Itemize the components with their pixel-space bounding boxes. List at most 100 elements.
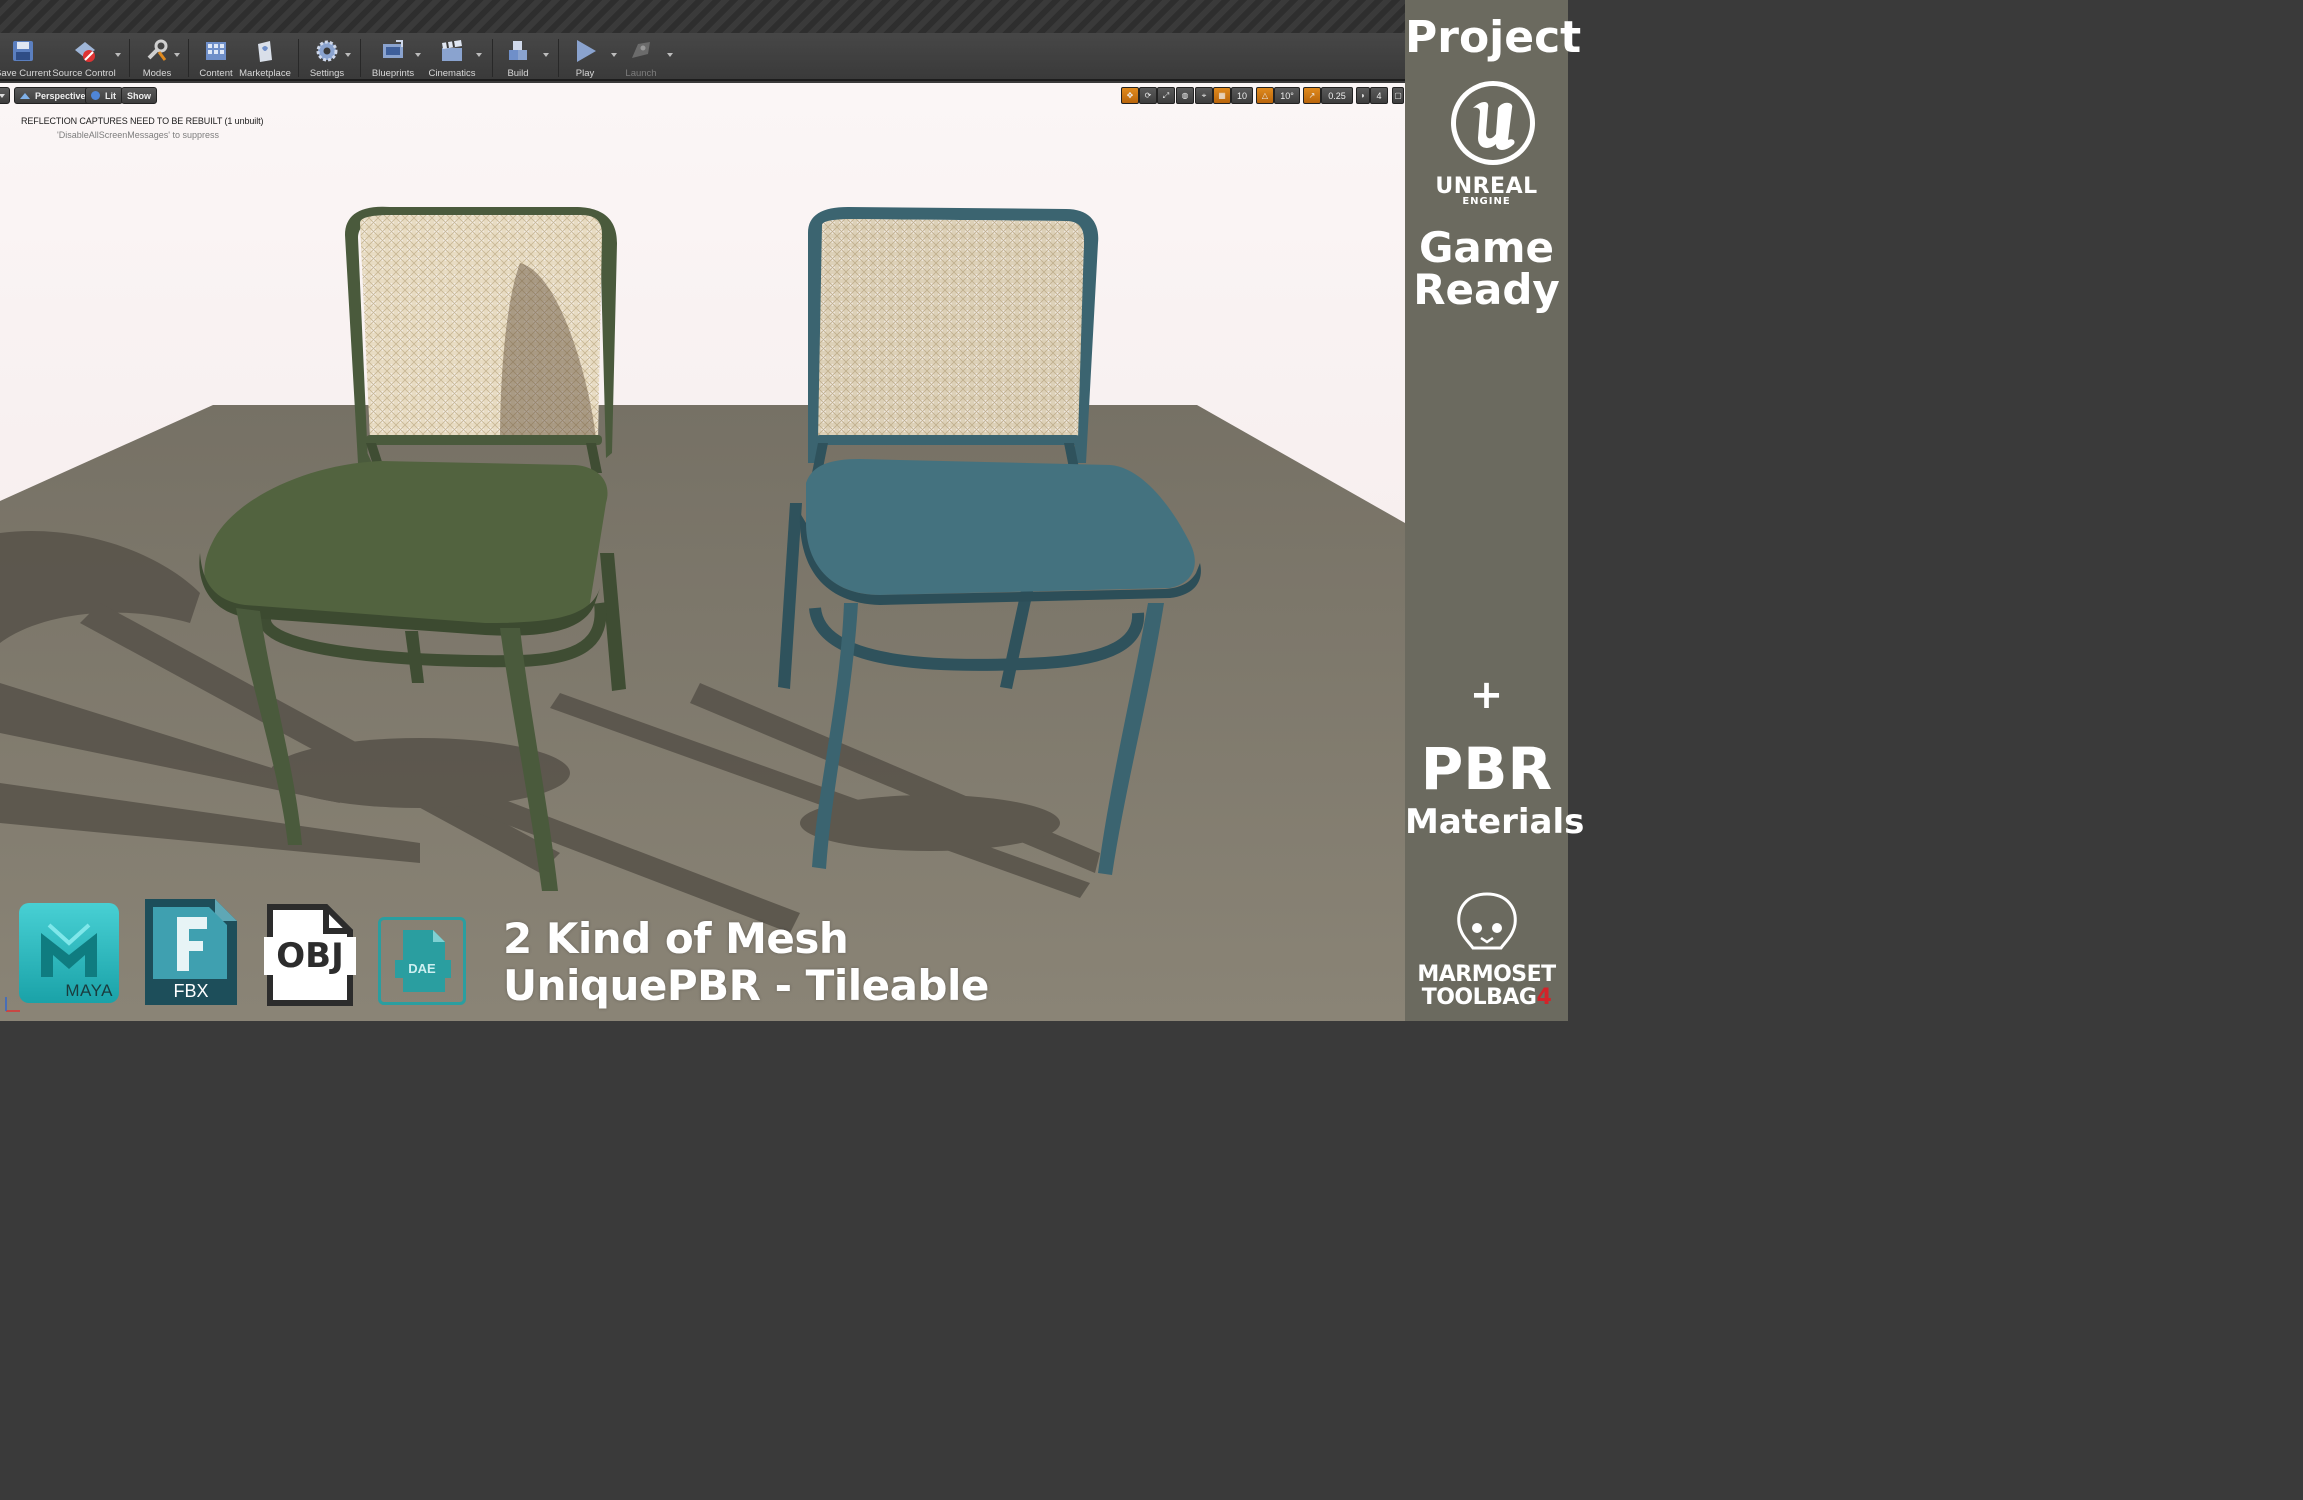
surface-snap-icon[interactable]: ⌖	[1195, 87, 1213, 104]
rotation-snap-value[interactable]: 10°	[1274, 87, 1300, 104]
build-blocks-icon	[505, 38, 531, 64]
promo-ready-text: Ready	[1413, 265, 1560, 314]
unreal-engine-logo-icon	[1451, 81, 1535, 165]
toolbar-separator	[188, 39, 189, 77]
level-editor-toolbar: Save Current Source Control Modes Conten…	[0, 33, 1405, 81]
lighting-mode-lit-button[interactable]: Lit	[85, 87, 123, 104]
save-current-label: Save Current	[0, 68, 51, 79]
cinematics-button[interactable]: Cinematics	[427, 35, 477, 79]
play-icon	[572, 38, 598, 64]
grid-snap-value[interactable]: 10	[1231, 87, 1253, 104]
toolbar-separator	[492, 39, 493, 77]
modes-label: Modes	[142, 68, 172, 79]
promo-panel: Project UNREAL ENGINE Game Ready + PBR M…	[1405, 0, 1585, 1021]
modes-dropdown-icon[interactable]	[174, 53, 180, 57]
cinematics-label: Cinematics	[428, 68, 476, 79]
perspective-camera-icon	[20, 92, 30, 99]
dae-label: DAE	[408, 961, 436, 976]
view-mode-label: Perspective	[35, 90, 86, 101]
toolbar-separator	[558, 39, 559, 77]
cinematics-dropdown-icon[interactable]	[476, 53, 482, 57]
content-browser-icon	[203, 38, 229, 64]
launch-label: Launch	[625, 68, 657, 79]
rotation-snap-icon[interactable]: △	[1256, 87, 1274, 104]
toolbar-separator	[360, 39, 361, 77]
caption-line-2: UniquePBR - Tileable	[503, 961, 989, 1010]
settings-label: Settings	[309, 68, 345, 79]
build-dropdown-icon[interactable]	[543, 53, 549, 57]
gear-icon	[314, 38, 340, 64]
toolbar-separator	[298, 39, 299, 77]
promo-pbr-text: PBR	[1420, 735, 1553, 803]
launch-icon	[628, 38, 654, 64]
content-button[interactable]: Content	[196, 35, 236, 79]
dae-format-icon: DAE	[378, 917, 466, 1005]
lighting-mode-label: Lit	[105, 90, 116, 101]
mesh-caption: 2 Kind of Mesh UniquePBR - Tileable	[503, 915, 989, 1009]
camera-speed-icon[interactable]: ◗	[1356, 87, 1370, 104]
scale-snap-value[interactable]: 0.25	[1321, 87, 1353, 104]
toolbag-wordmark: TOOLBAG4	[1405, 985, 1568, 1010]
promo-game-text: Game	[1418, 223, 1555, 272]
world-space-icon[interactable]: ◍	[1176, 87, 1194, 104]
build-label: Build	[507, 68, 529, 79]
play-button[interactable]: Play	[567, 35, 603, 79]
source-control-label: Source Control	[52, 68, 116, 79]
maya-format-icon: MAYA	[19, 903, 119, 1003]
modes-tools-icon	[144, 38, 170, 64]
obj-label: OBJ	[276, 936, 344, 976]
play-dropdown-icon[interactable]	[611, 53, 617, 57]
editor-tab-strip	[0, 0, 1405, 33]
chevron-down-icon	[0, 93, 5, 98]
view-mode-perspective-button[interactable]: Perspective	[14, 87, 93, 104]
viewport-options-dropdown[interactable]	[0, 87, 10, 104]
level-viewport[interactable]: Perspective Lit Show ✥ ⟳ ⤢ ◍ ⌖ ▦ 10 △ 10…	[0, 83, 1405, 1021]
marketplace-icon	[252, 38, 278, 64]
translate-tool-icon[interactable]: ✥	[1121, 87, 1139, 104]
save-current-button[interactable]: Save Current	[0, 35, 51, 79]
caption-line-1: 2 Kind of Mesh	[503, 914, 849, 963]
grid-snap-icon[interactable]: ▦	[1213, 87, 1231, 104]
play-label: Play	[575, 68, 595, 79]
launch-button[interactable]: Launch	[622, 35, 660, 79]
settings-button[interactable]: Settings	[306, 35, 348, 79]
content-label: Content	[199, 68, 233, 79]
source-control-button[interactable]: Source Control	[52, 35, 116, 79]
blueprints-dropdown-icon[interactable]	[415, 53, 421, 57]
toolbag-version: 4	[1536, 985, 1552, 1010]
modes-button[interactable]: Modes	[139, 35, 175, 79]
lit-sphere-icon	[91, 91, 100, 100]
scale-snap-icon[interactable]: ↗	[1303, 87, 1321, 104]
promo-project-text: Project	[1405, 12, 1582, 63]
toolbar-separator	[129, 39, 130, 77]
marmoset-wordmark: MARMOSET	[1417, 962, 1556, 987]
launch-dropdown-icon[interactable]	[667, 53, 673, 57]
maximize-viewport-icon[interactable]: ▢	[1392, 87, 1404, 104]
blueprints-label: Blueprints	[371, 68, 415, 79]
scale-tool-icon[interactable]: ⤢	[1157, 87, 1175, 104]
scene-render	[0, 206, 1405, 1021]
reflection-capture-warning: REFLECTION CAPTURES NEED TO BE REBUILT (…	[21, 116, 264, 126]
source-control-dropdown-icon[interactable]	[115, 53, 121, 57]
maya-label: MAYA	[65, 981, 113, 1000]
clapperboard-icon	[439, 38, 465, 64]
build-button[interactable]: Build	[500, 35, 536, 79]
show-label: Show	[127, 90, 151, 101]
promo-plus-text: +	[1469, 672, 1504, 718]
camera-speed-value[interactable]: 4	[1370, 87, 1388, 104]
settings-dropdown-icon[interactable]	[345, 53, 351, 57]
marketplace-label: Marketplace	[239, 68, 291, 79]
toolbag-text: TOOLBAG	[1421, 985, 1537, 1010]
promo-materials-text: Materials	[1405, 802, 1585, 842]
marketplace-button[interactable]: Marketplace	[239, 35, 291, 79]
fbx-format-icon: FBX	[145, 899, 237, 1005]
unreal-engine-subtitle: ENGINE	[1462, 196, 1511, 207]
blueprint-icon	[380, 38, 406, 64]
fbx-label: FBX	[173, 981, 209, 1001]
show-flags-button[interactable]: Show	[121, 87, 157, 104]
marmoset-logo-icon	[1457, 892, 1517, 950]
save-icon	[10, 38, 36, 64]
obj-format-icon: OBJ	[264, 903, 356, 1007]
blueprints-button[interactable]: Blueprints	[368, 35, 418, 79]
rotate-tool-icon[interactable]: ⟳	[1139, 87, 1157, 104]
